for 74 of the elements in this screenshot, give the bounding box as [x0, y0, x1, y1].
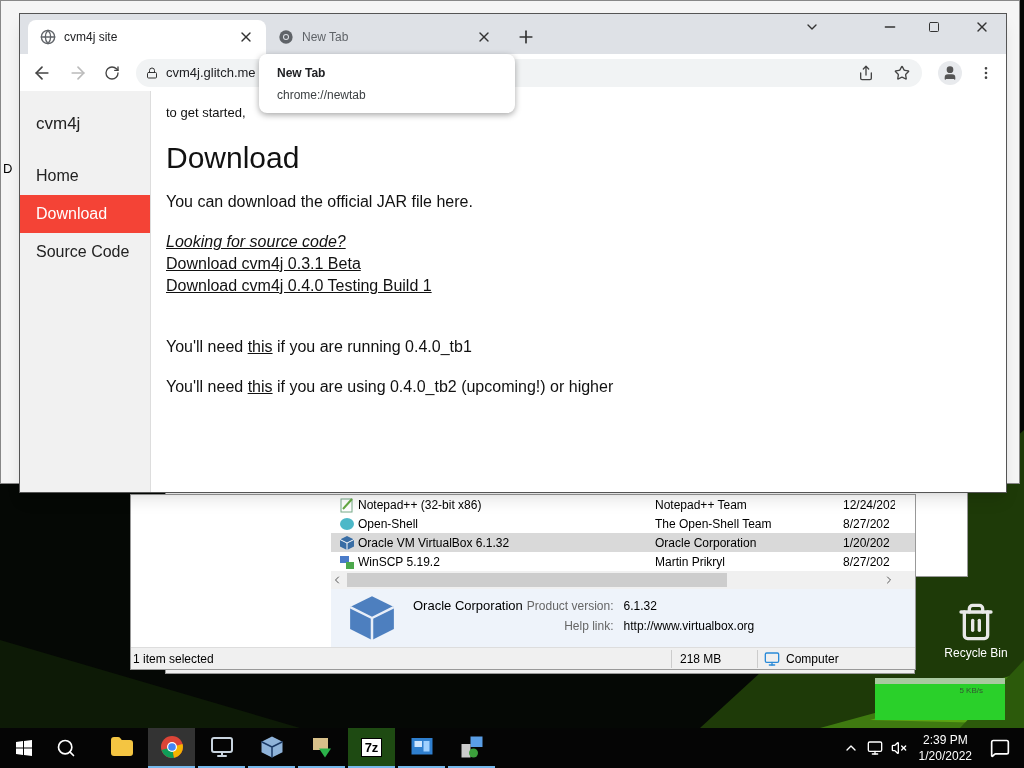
- taskbar-app[interactable]: [148, 728, 195, 768]
- computer-icon: [764, 650, 780, 667]
- nav-link[interactable]: Source Code: [20, 232, 150, 271]
- scrollbar-thumb[interactable]: [347, 573, 727, 587]
- requirement-link[interactable]: this: [247, 378, 273, 395]
- detail-value: http://www.virtualbox.org: [623, 618, 755, 635]
- network-icon[interactable]: [866, 740, 883, 756]
- cube-icon: [347, 593, 397, 643]
- requirement-paragraph: You'll need this if you are using 0.4.0_tb2 (upcoming!) or higher: [166, 377, 615, 397]
- taskbar-app[interactable]: 7z: [348, 728, 395, 768]
- publisher-cell: The Open-Shell Team: [655, 516, 772, 531]
- clock-time: 2:39 PM: [922, 732, 968, 748]
- window-text: D: [2, 160, 13, 178]
- globe-icon: [40, 29, 56, 45]
- tab-title: cvm4j site: [64, 29, 119, 46]
- program-row[interactable]: Oracle VM VirtualBox 6.1.32 Oracle Corporation 1/20/202: [331, 533, 915, 552]
- folder-icon: [109, 735, 134, 759]
- publisher-cell: Notepad++ Team: [655, 497, 747, 512]
- program-name: Open-Shell: [358, 515, 419, 533]
- nav-link[interactable]: Download: [20, 194, 150, 233]
- search-icon[interactable]: [56, 738, 76, 758]
- maximize-icon[interactable]: [928, 21, 940, 33]
- clock-date: 1/20/2022: [918, 748, 972, 764]
- speed-reading: 5 KB/s: [959, 685, 983, 697]
- browser-tab[interactable]: cvm4j site: [28, 20, 266, 54]
- zone-text: Computer: [786, 650, 839, 668]
- size-text: 218 MB: [671, 649, 757, 668]
- desktop-icon-label[interactable]: Recycle Bin: [944, 644, 1008, 662]
- cube-icon: [259, 735, 284, 759]
- download-link[interactable]: Download cvm4j 0.3.1 Beta: [166, 253, 361, 275]
- status-text: 1 item selected: [132, 650, 215, 668]
- start-icon[interactable]: [16, 740, 32, 756]
- lock-icon: [146, 66, 158, 79]
- url-text: cvm4j.glitch.me: [166, 63, 256, 82]
- requirement-paragraph: You'll need this if you are running 0.4.0_tb1: [166, 337, 473, 357]
- profile-avatar[interactable]: [938, 60, 962, 85]
- chrome-icon: [278, 29, 294, 45]
- share-icon[interactable]: [858, 64, 874, 81]
- installed-date-cell: 8/27/202: [843, 554, 890, 569]
- publisher-name: Oracle Corporation: [413, 597, 523, 615]
- detail-label: Product version:: [526, 598, 614, 615]
- download-link[interactable]: Download cvm4j 0.4.0 Testing Build 1: [166, 275, 432, 297]
- program-name: Notepad++ (32-bit x86): [358, 496, 482, 514]
- cube-icon: [339, 534, 355, 551]
- notepad-icon: [339, 496, 355, 513]
- notifications-icon[interactable]: [990, 738, 1010, 758]
- intro-text: to get started,: [166, 104, 247, 122]
- publisher-cell: Oracle Corporation: [655, 535, 757, 550]
- detail-value: 6.1.32: [623, 598, 658, 615]
- detail-label: Help link:: [563, 618, 614, 635]
- page-heading: Download: [166, 139, 301, 176]
- horizontal-scrollbar[interactable]: [331, 571, 915, 589]
- site-brand: cvm4j: [35, 113, 82, 135]
- reload-icon[interactable]: [104, 64, 120, 81]
- installed-date-cell: 12/24/202: [843, 497, 895, 512]
- program-name: WinSCP 5.19.2: [358, 553, 440, 571]
- tooltip-title: New Tab: [277, 64, 327, 82]
- installed-date-cell: 1/20/202: [843, 535, 890, 550]
- tooltip-url: chrome://newtab: [277, 86, 367, 104]
- requirement-link[interactable]: this: [247, 338, 273, 355]
- publisher-cell: Martin Prikryl: [655, 554, 725, 569]
- computer-icon: [209, 735, 234, 759]
- volume-muted-icon[interactable]: [890, 740, 907, 756]
- chrome-icon: [159, 735, 184, 759]
- source-code-link[interactable]: Looking for source code?: [166, 231, 346, 253]
- tab-title: New Tab: [302, 29, 350, 46]
- program-name: Oracle VM VirtualBox 6.1.32: [358, 534, 510, 552]
- lead-paragraph: You can download the official JAR file here.: [166, 192, 474, 212]
- nav-link[interactable]: Home: [20, 156, 150, 195]
- person-icon: [942, 64, 958, 81]
- clock[interactable]: 2:39 PM 1/20/2022: [918, 732, 972, 764]
- bookmark-star-icon[interactable]: [894, 64, 910, 81]
- installed-date-cell: 8/27/202: [843, 516, 890, 531]
- archiver-icon: 7z: [360, 737, 383, 757]
